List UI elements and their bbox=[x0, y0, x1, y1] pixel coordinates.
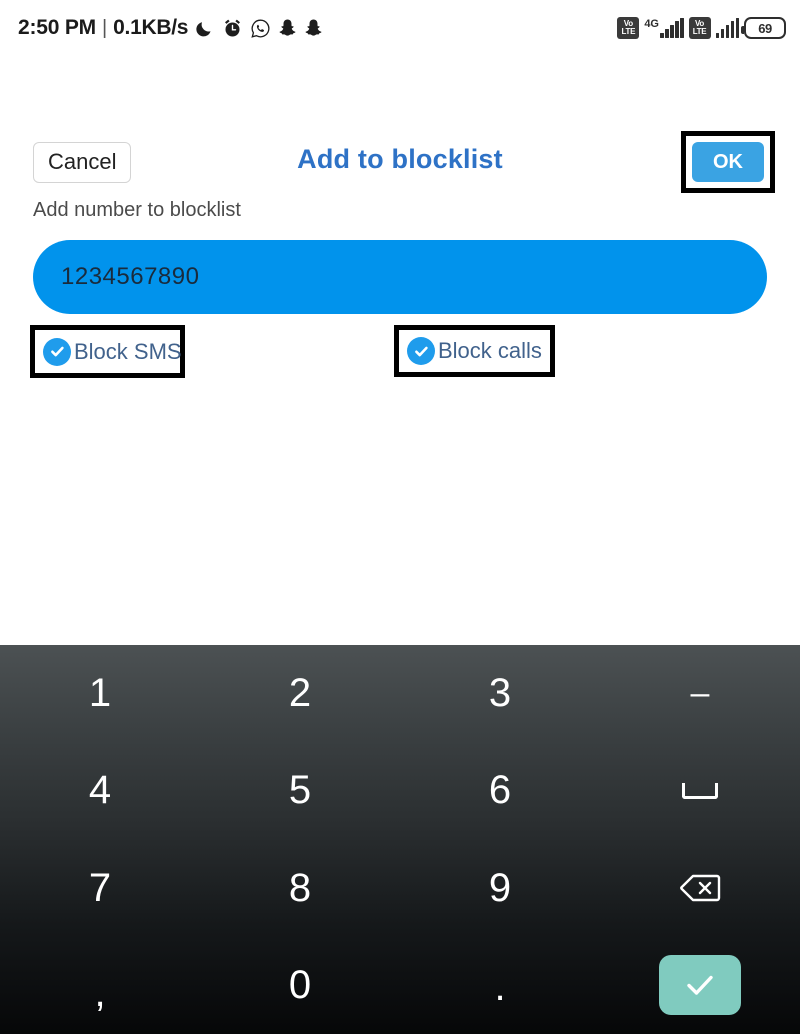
volte-icon-sim1: Vo LTE bbox=[617, 17, 640, 39]
key-period[interactable]: . bbox=[400, 937, 600, 1034]
moon-icon bbox=[195, 18, 215, 38]
status-bar-left: 2:50 PM | 0.1KB/s bbox=[18, 16, 323, 40]
key-comma[interactable]: , bbox=[0, 937, 200, 1034]
signal-group-sim1: 4G bbox=[644, 18, 684, 38]
backspace-icon bbox=[680, 874, 721, 902]
key-space[interactable] bbox=[600, 742, 800, 839]
block-sms-checkbox-highlight: Block SMS bbox=[30, 325, 185, 378]
page-title: Add to blocklist bbox=[297, 144, 503, 174]
signal-bars-icon bbox=[715, 18, 739, 38]
block-calls-checkbox-highlight: Block calls bbox=[394, 325, 555, 377]
key-4[interactable]: 4 bbox=[0, 742, 200, 839]
whatsapp-icon bbox=[250, 18, 271, 39]
key-9[interactable]: 9 bbox=[400, 840, 600, 937]
status-separator: | bbox=[101, 16, 108, 39]
key-0[interactable]: 0 bbox=[200, 937, 400, 1034]
volte-icon-sim2: Vo LTE bbox=[688, 17, 711, 39]
key-6[interactable]: 6 bbox=[400, 742, 600, 839]
network-speed-label: 0.1KB/s bbox=[113, 16, 189, 39]
number-field-label: Add number to blocklist bbox=[33, 199, 241, 221]
key-backspace[interactable] bbox=[600, 840, 800, 937]
key-enter-wrap bbox=[600, 937, 800, 1034]
volte-bottom-text: LTE bbox=[621, 27, 636, 36]
key-3[interactable]: 3 bbox=[400, 645, 600, 742]
key-5[interactable]: 5 bbox=[200, 742, 400, 839]
network-type-label: 4G bbox=[644, 18, 659, 30]
key-2[interactable]: 2 bbox=[200, 645, 400, 742]
battery-level-label: 69 bbox=[758, 20, 772, 36]
volte-bottom-text: LTE bbox=[692, 27, 707, 36]
status-notification-icons bbox=[195, 18, 323, 39]
status-bar-right: Vo LTE 4G Vo LTE 69 bbox=[617, 17, 786, 39]
numeric-keyboard: 1 2 3 – 4 5 6 7 8 9 , 0 . bbox=[0, 645, 800, 1034]
checkmark-icon[interactable] bbox=[407, 337, 435, 365]
phone-screen: 2:50 PM | 0.1KB/s Vo LTE 4G Vo LTE 69 Ca… bbox=[0, 0, 800, 1034]
check-icon bbox=[687, 976, 713, 996]
keyboard-row: 7 8 9 bbox=[0, 840, 800, 937]
space-bar-icon bbox=[682, 782, 718, 799]
dialog-header: Cancel Add to blocklist OK bbox=[0, 56, 800, 193]
battery-icon: 69 bbox=[741, 17, 786, 39]
clock-label: 2:50 PM bbox=[18, 16, 96, 39]
block-calls-label[interactable]: Block calls bbox=[438, 338, 542, 364]
number-input[interactable]: 1234567890 bbox=[33, 240, 767, 314]
keyboard-row: , 0 . bbox=[0, 937, 800, 1034]
checkmark-icon[interactable] bbox=[43, 337, 71, 366]
ok-button-highlight: OK bbox=[681, 131, 775, 193]
key-dash[interactable]: – bbox=[600, 645, 800, 742]
block-sms-label[interactable]: Block SMS bbox=[74, 339, 182, 365]
snapchat-icon bbox=[278, 18, 297, 38]
key-7[interactable]: 7 bbox=[0, 840, 200, 937]
key-8[interactable]: 8 bbox=[200, 840, 400, 937]
status-bar: 2:50 PM | 0.1KB/s Vo LTE 4G Vo LTE 69 bbox=[0, 0, 800, 56]
snapchat-icon bbox=[304, 18, 323, 38]
alarm-clock-icon bbox=[222, 18, 243, 39]
key-1[interactable]: 1 bbox=[0, 645, 200, 742]
key-enter[interactable] bbox=[659, 955, 741, 1016]
keyboard-row: 4 5 6 bbox=[0, 742, 800, 839]
signal-bars-icon bbox=[660, 18, 684, 38]
ok-button[interactable]: OK bbox=[692, 142, 764, 182]
keyboard-row: 1 2 3 – bbox=[0, 645, 800, 742]
